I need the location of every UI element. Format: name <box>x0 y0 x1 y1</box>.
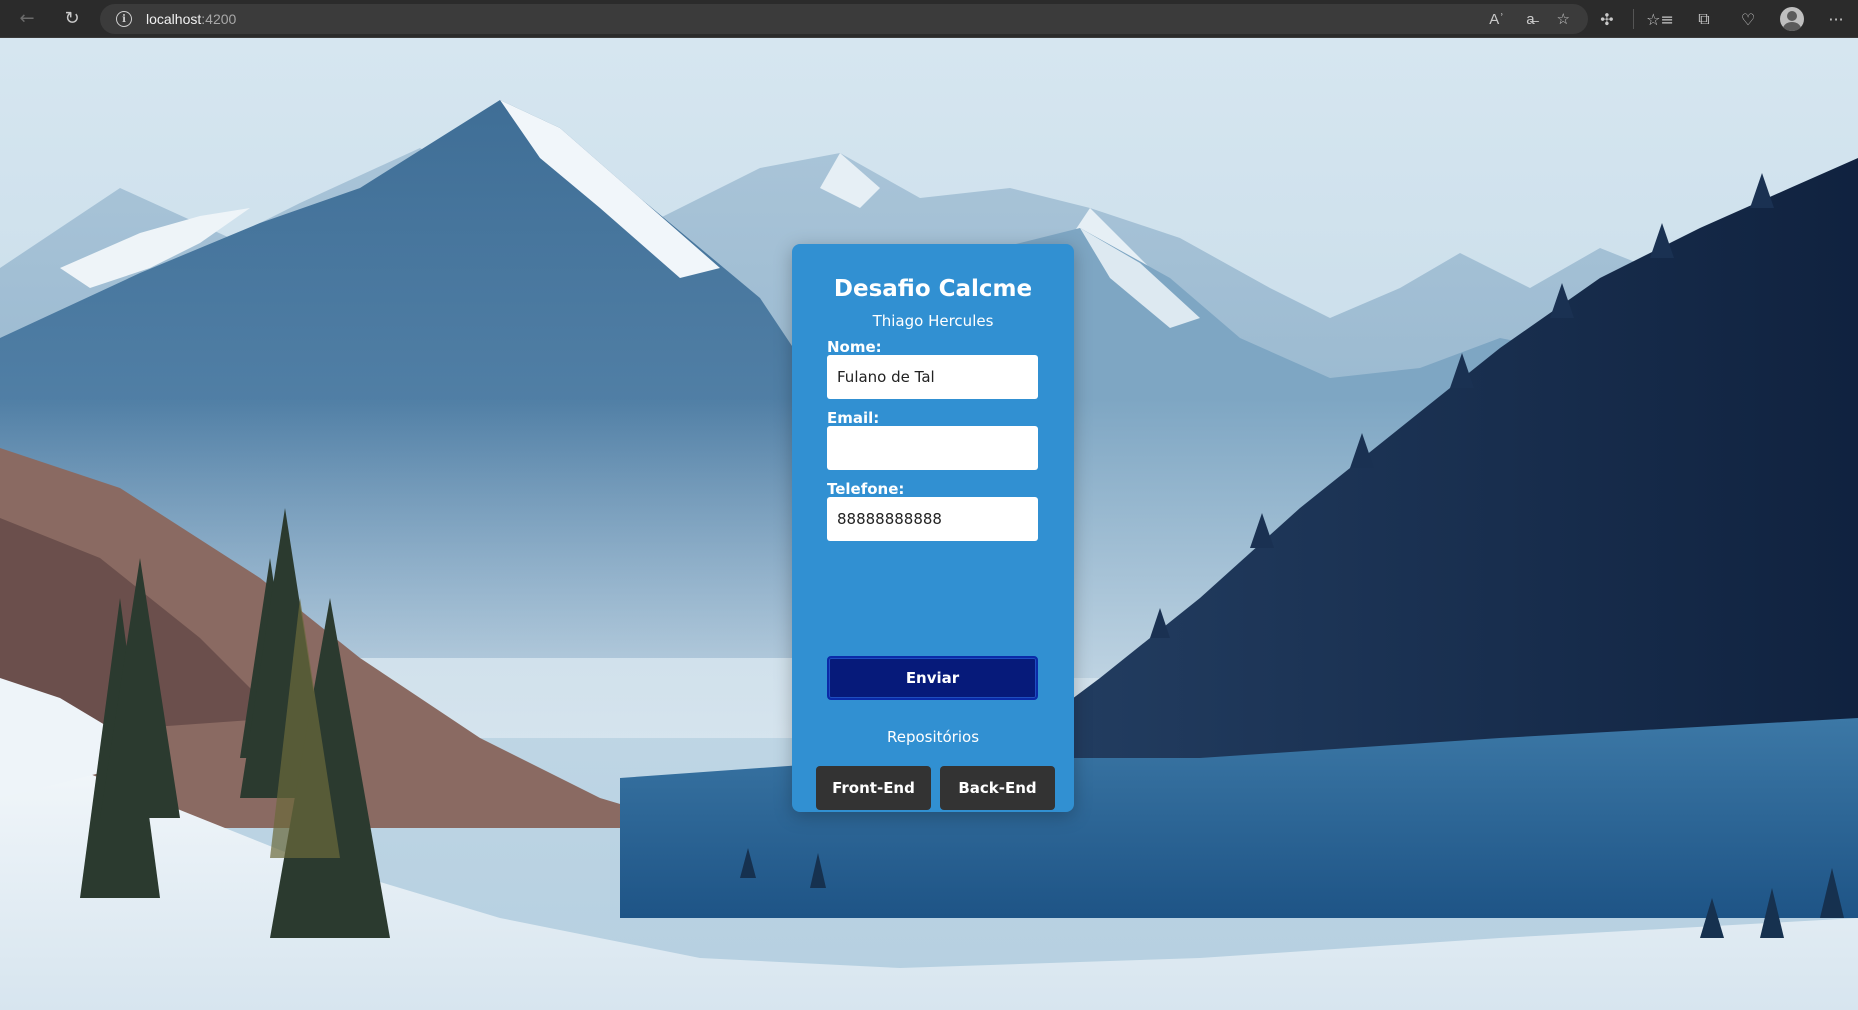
back-icon[interactable]: ← <box>9 4 45 34</box>
favorites-icon[interactable]: ☆≡ <box>1638 4 1682 34</box>
page-title: Desafio Calcme <box>833 276 1033 302</box>
favorite-star-icon[interactable]: ☆ <box>1557 10 1570 28</box>
repositories-heading: Repositórios <box>886 728 980 746</box>
backend-repo-button[interactable]: Back-End <box>940 766 1055 810</box>
read-aloud-icon[interactable]: Aʾ <box>1489 11 1504 28</box>
toolbar-actions: ✣ ☆≡ ⧉ ♡ ··· <box>1585 4 1858 34</box>
address-bar-actions: Aʾ a̶ ☆ <box>1489 4 1570 34</box>
email-field[interactable] <box>827 426 1038 470</box>
contact-form-card: Desafio Calcme Thiago Hercules Nome: Ema… <box>792 244 1074 812</box>
browser-toolbar: ← ↻ i localhost:4200 Aʾ a̶ ☆ ✣ ☆≡ ⧉ ♡ ··… <box>0 0 1858 38</box>
browser-essentials-icon[interactable]: ♡ <box>1726 4 1770 34</box>
phone-field[interactable] <box>827 497 1038 541</box>
submit-button[interactable]: Enviar <box>827 656 1038 700</box>
more-icon[interactable]: ··· <box>1814 4 1858 34</box>
profile-icon <box>1780 7 1804 31</box>
profile-button[interactable] <box>1770 4 1814 34</box>
frontend-repo-button[interactable]: Front-End <box>816 766 931 810</box>
extensions-icon[interactable]: ✣ <box>1585 4 1629 34</box>
info-icon[interactable]: i <box>116 11 132 27</box>
phone-label: Telefone: <box>827 480 905 498</box>
toolbar-divider <box>1633 9 1634 29</box>
translate-icon[interactable]: a̶ <box>1526 11 1534 28</box>
refresh-icon[interactable]: ↻ <box>54 4 90 34</box>
author-subtitle: Thiago Hercules <box>872 312 994 330</box>
address-bar[interactable]: i localhost:4200 Aʾ a̶ ☆ <box>100 4 1588 34</box>
name-label: Nome: <box>827 338 882 356</box>
email-label: Email: <box>827 409 880 427</box>
url-host: localhost <box>146 11 202 27</box>
url-port: :4200 <box>201 11 237 27</box>
collections-icon[interactable]: ⧉ <box>1682 4 1726 34</box>
page-viewport: Desafio Calcme Thiago Hercules Nome: Ema… <box>0 38 1858 1010</box>
name-field[interactable] <box>827 355 1038 399</box>
